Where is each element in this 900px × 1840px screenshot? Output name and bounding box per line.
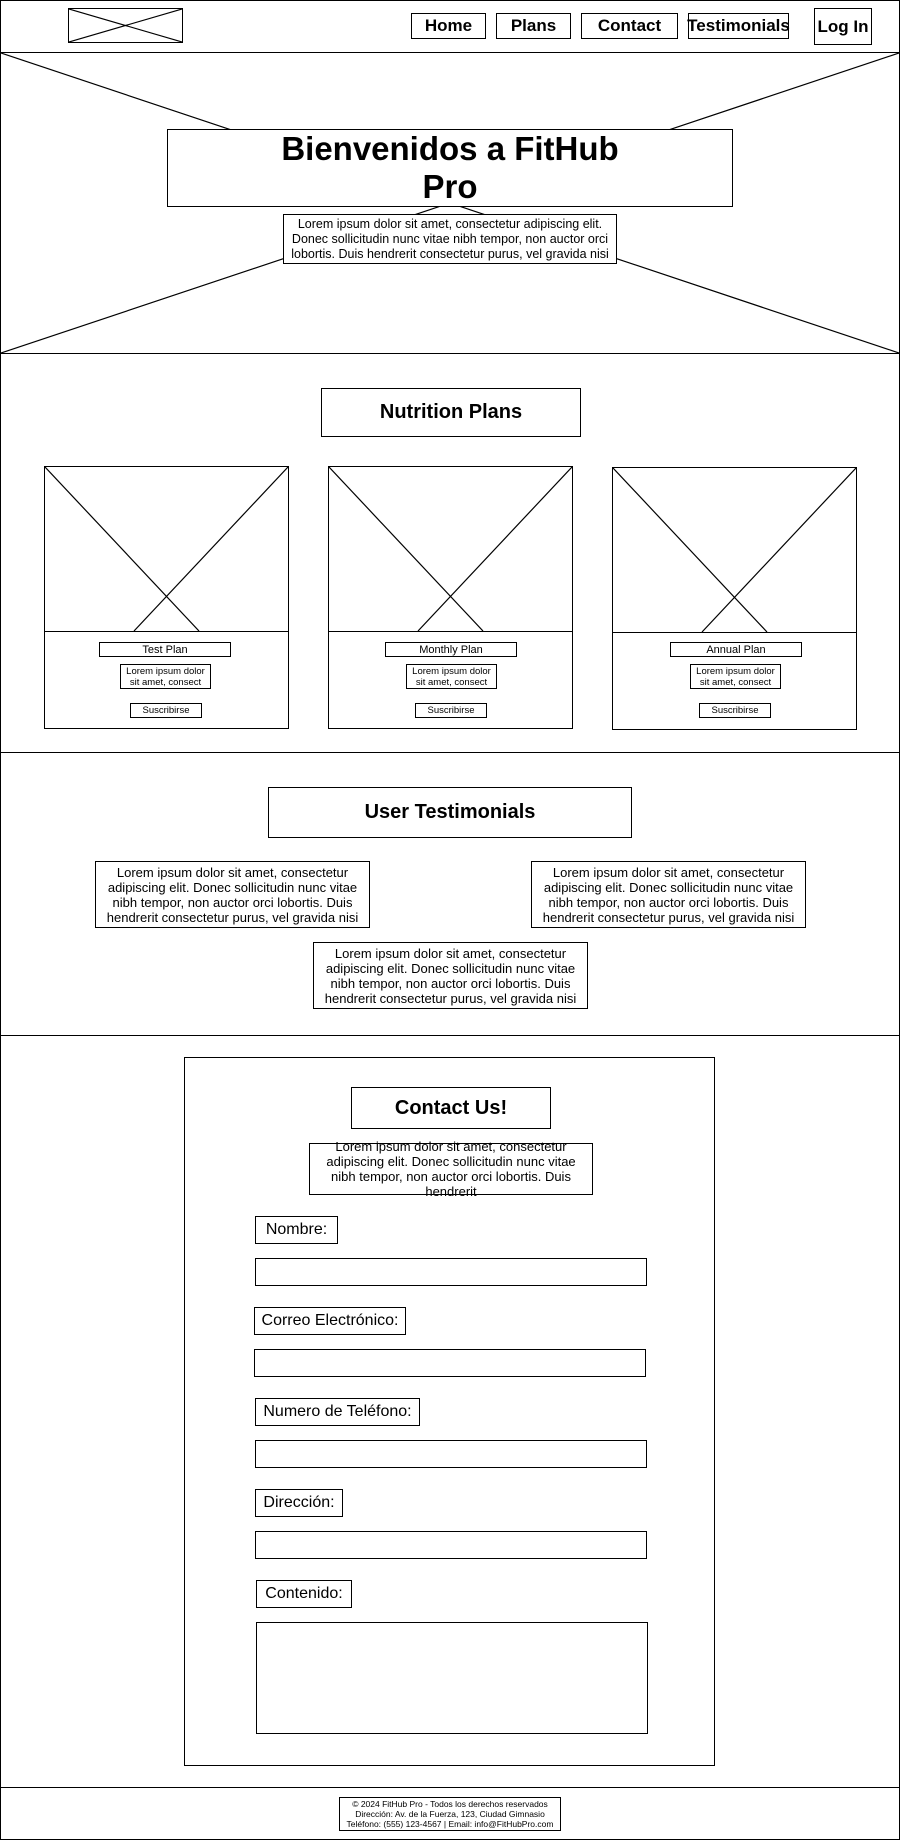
- plan-image-icon: [45, 467, 288, 632]
- plan-card-monthly: Monthly Plan Lorem ipsum dolor sit amet,…: [328, 466, 573, 729]
- contact-text: Lorem ipsum dolor sit amet, consectetur …: [309, 1139, 593, 1199]
- phone-label: Numero de Teléfono:: [255, 1398, 420, 1426]
- hero-title-line2: Pro: [422, 168, 478, 205]
- plan-image-icon: [329, 467, 572, 632]
- hero-title-line1: Bienvenidos a FitHub: [281, 130, 619, 167]
- testimonials-heading: User Testimonials: [268, 787, 632, 838]
- plan-card-test: Test Plan Lorem ipsum dolor sit amet, co…: [44, 466, 289, 729]
- subscribe-button[interactable]: Suscribirse: [415, 703, 487, 718]
- footer-info: © 2024 FitHub Pro - Todos los derechos r…: [339, 1797, 561, 1831]
- login-button[interactable]: Log In: [814, 8, 872, 45]
- nav-plans-button[interactable]: Plans: [496, 13, 571, 39]
- footer-copyright: © 2024 FitHub Pro - Todos los derechos r…: [352, 1799, 548, 1809]
- plan-description: Lorem ipsum dolor sit amet, consect: [690, 664, 781, 689]
- name-label: Nombre:: [255, 1216, 338, 1244]
- logo-placeholder-icon[interactable]: [68, 8, 183, 43]
- plan-image-icon: [613, 468, 856, 633]
- plans-heading: Nutrition Plans: [321, 388, 581, 437]
- footer-address: Dirección: Av. de la Fuerza, 123, Ciudad…: [355, 1809, 545, 1819]
- plan-name: Test Plan: [99, 642, 231, 657]
- plan-card-annual: Annual Plan Lorem ipsum dolor sit amet, …: [612, 467, 857, 730]
- nav-testimonials-button[interactable]: Testimonials: [687, 13, 790, 39]
- nav-contact-button[interactable]: Contact: [581, 13, 678, 39]
- plan-name: Annual Plan: [670, 642, 802, 657]
- content-label: Contenido:: [256, 1580, 352, 1608]
- address-input[interactable]: [255, 1531, 647, 1559]
- phone-input[interactable]: [255, 1440, 647, 1468]
- plan-name: Monthly Plan: [385, 642, 517, 657]
- footer-contact: Teléfono: (555) 123-4567 | Email: info@F…: [346, 1819, 554, 1829]
- hero-text: Lorem ipsum dolor sit amet, consectetur …: [283, 214, 617, 264]
- plan-description: Lorem ipsum dolor sit amet, consect: [406, 664, 497, 689]
- subscribe-button[interactable]: Suscribirse: [130, 703, 202, 718]
- nav-home-button[interactable]: Home: [411, 13, 486, 39]
- content-textarea[interactable]: [256, 1622, 648, 1734]
- email-label: Correo Electrónico:: [254, 1307, 406, 1335]
- hero-title: Bienvenidos a FitHub Pro: [167, 129, 733, 207]
- plan-description: Lorem ipsum dolor sit amet, consect: [120, 664, 211, 689]
- testimonial-card: Lorem ipsum dolor sit amet, consectetur …: [313, 942, 588, 1009]
- subscribe-button[interactable]: Suscribirse: [699, 703, 771, 718]
- name-input[interactable]: [255, 1258, 647, 1286]
- testimonial-card: Lorem ipsum dolor sit amet, consectetur …: [531, 861, 806, 928]
- address-label: Dirección:: [255, 1489, 343, 1517]
- email-input[interactable]: [254, 1349, 646, 1377]
- testimonial-card: Lorem ipsum dolor sit amet, consectetur …: [95, 861, 370, 928]
- contact-heading: Contact Us!: [351, 1087, 551, 1129]
